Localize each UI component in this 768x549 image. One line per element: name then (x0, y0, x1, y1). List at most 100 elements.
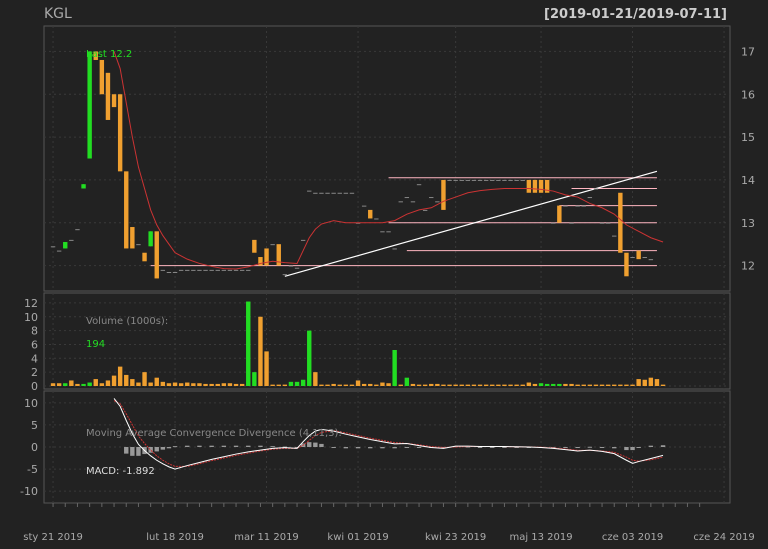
volume-bar (124, 374, 129, 386)
volume-bar (300, 379, 306, 386)
candle-body (50, 246, 56, 248)
macd-hist-bar (154, 447, 159, 452)
volume-bar (111, 375, 117, 386)
volume-bar (496, 384, 501, 386)
macd-hist-bar (246, 445, 251, 447)
date-range: [2019-01-21/2019-07-11] (544, 7, 727, 22)
volume-bar (75, 383, 80, 386)
volume-bar (81, 383, 86, 386)
volume-bar (544, 383, 550, 386)
candle-body (581, 205, 586, 207)
macd-hist-bar (648, 445, 654, 447)
candle-body (459, 179, 464, 181)
volume-bar (477, 384, 483, 386)
volume-bar (282, 384, 288, 386)
candle-body (313, 192, 318, 194)
volume-y-tick-label: 8 (31, 325, 38, 338)
volume-bar (294, 381, 300, 386)
volume-bar (221, 383, 227, 386)
candle-body (453, 179, 458, 181)
candle-body (197, 269, 202, 271)
candle-body (508, 179, 513, 181)
candle-body (282, 274, 288, 276)
last-price-label: Last 12.2 (86, 49, 132, 60)
volume-bar (538, 383, 544, 386)
volume-bar (319, 384, 324, 386)
macd-hist-bar (636, 447, 641, 448)
candle-body (557, 205, 562, 223)
volume-bar (197, 383, 202, 386)
candle-body (624, 252, 629, 277)
volume-bar (227, 383, 233, 386)
macd-value-label: MACD: -1.892 (86, 466, 155, 477)
candle-body (642, 257, 647, 259)
volume-bar (508, 384, 513, 386)
candle-body (160, 269, 166, 271)
candle-body (551, 222, 556, 224)
x-tick-label: maj 13 2019 (509, 532, 572, 543)
volume-bar (575, 384, 580, 386)
candle-body (343, 192, 349, 194)
x-tick-label: sty 21 2019 (23, 532, 83, 543)
candle-body (148, 231, 153, 247)
macd-hist-bar (502, 447, 507, 448)
candle-body (215, 269, 220, 271)
macd-hist-bar (313, 442, 318, 447)
candle-body (319, 192, 324, 194)
candle-body (380, 231, 385, 233)
volume-bar (191, 383, 196, 386)
price-y-tick-label: 13 (741, 217, 755, 230)
volume-bar (392, 350, 397, 386)
candle-body (239, 269, 245, 271)
volume-bar (410, 383, 416, 386)
volume-bar (209, 383, 214, 386)
x-tick-label: mar 11 2019 (234, 532, 299, 543)
volume-bar (331, 383, 336, 386)
candle-body (172, 272, 178, 274)
volume-bar (325, 384, 330, 386)
candle-body (618, 192, 623, 253)
volume-bar (612, 384, 617, 386)
volume-bar (624, 384, 629, 386)
volume-y-tick-label: 4 (31, 352, 38, 365)
candle-body (422, 209, 428, 211)
volume-bar (471, 384, 477, 386)
volume-y-tick-label: 6 (31, 338, 38, 351)
candle-body (593, 188, 599, 190)
candle-body (490, 179, 495, 181)
macd-y-tick-label: 5 (31, 419, 38, 432)
volume-bar (520, 384, 525, 386)
volume-bar (136, 382, 141, 386)
candle-body (87, 51, 92, 159)
macd-hist-bar (587, 446, 593, 448)
volume-bar (429, 383, 434, 386)
candle-body (630, 257, 635, 259)
candle-body (569, 222, 574, 224)
candle-body (185, 269, 190, 271)
candle-body (514, 179, 519, 181)
macd-y-tick-label: 10 (24, 397, 38, 410)
candle-body (142, 252, 147, 262)
candle-body (520, 179, 525, 181)
volume-bar (258, 316, 263, 386)
volume-bar (618, 384, 623, 386)
candle-body (300, 239, 306, 241)
candle-body (105, 72, 111, 120)
volume-bar (422, 384, 428, 386)
volume-bar (142, 372, 147, 386)
candle-body (374, 218, 379, 220)
volume-bar (654, 379, 660, 386)
volume-bar (87, 382, 92, 386)
volume-bar (636, 379, 641, 386)
volume-bar (307, 330, 312, 386)
macd-hist-bar (307, 442, 312, 447)
candle-body (575, 205, 580, 207)
macd-hist-bar (599, 447, 605, 448)
volume-bar (416, 384, 422, 386)
macd-hist-bar (660, 445, 666, 447)
macd-hist-bar (258, 445, 263, 447)
macd-hist-bar (221, 445, 227, 447)
volume-bar (563, 383, 568, 386)
candle-body (416, 184, 422, 186)
candle-body (178, 269, 184, 271)
